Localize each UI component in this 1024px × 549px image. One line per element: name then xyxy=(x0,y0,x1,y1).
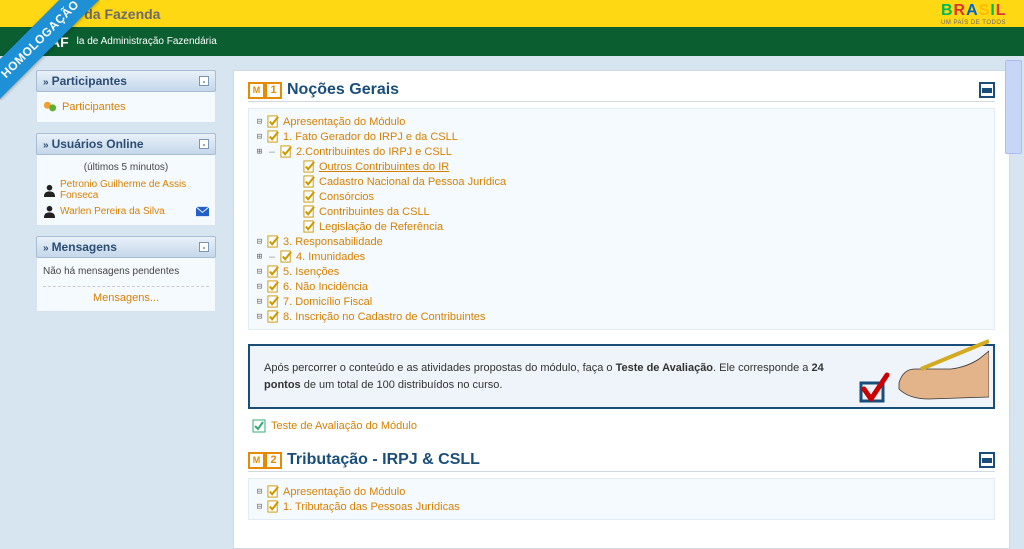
collapse-icon[interactable] xyxy=(979,452,995,468)
hand-checkmark-icon xyxy=(859,339,989,403)
user-icon xyxy=(43,184,56,197)
topic-link[interactable]: Consórcios xyxy=(319,191,374,203)
topic-link[interactable]: Apresentação do Módulo xyxy=(283,116,405,128)
sidebar: »Participantes - Participantes »Usuários… xyxy=(36,70,216,549)
module-title: Noções Gerais xyxy=(287,81,399,99)
tree-toggle[interactable]: ⊞ xyxy=(255,147,264,156)
topic-link[interactable]: 1. Tributação das Pessoas Jurídicas xyxy=(283,501,460,513)
page-check-icon xyxy=(267,115,280,128)
tree-toggle[interactable]: ⊟ xyxy=(255,297,264,306)
tree-item: Outros Contribuintes do IR xyxy=(291,159,988,174)
topic-link[interactable]: 3. Responsabilidade xyxy=(283,236,383,248)
tree-item: ⊟ Apresentação do Módulo xyxy=(255,484,988,499)
online-user-row: Warlen Pereira da Silva xyxy=(43,203,209,220)
tree-toggle[interactable]: ⊟ xyxy=(255,282,264,291)
no-messages-text: Não há mensagens pendentes xyxy=(43,263,209,283)
tree-toggle[interactable]: ⊟ xyxy=(255,132,264,141)
tree-item: Legislação de Referência xyxy=(291,219,988,234)
block-header-online: »Usuários Online - xyxy=(36,133,216,155)
brasil-logo: BRASIL UM PAÍS DE TODOS xyxy=(941,2,1006,26)
tree-item: ⊟ 8. Inscrição no Cadastro de Contribuint… xyxy=(255,309,988,324)
page-check-icon xyxy=(267,130,280,143)
block-header-messages: »Mensagens - xyxy=(36,236,216,258)
tree-toggle[interactable]: ⊞ xyxy=(255,252,264,261)
tree-item: ⊞–4. Imunidades xyxy=(255,249,988,264)
online-user-row: Petronio Guilherme de Assis Fonseca xyxy=(43,177,209,203)
minimize-icon[interactable]: - xyxy=(199,139,209,149)
topic-link[interactable]: 2.Contribuintes do IRPJ e CSLL xyxy=(296,146,452,158)
participants-link[interactable]: Participantes xyxy=(62,101,126,113)
tree-item: ⊟ 6. Não Incidência xyxy=(255,279,988,294)
test-link[interactable]: Teste de Avaliação do Módulo xyxy=(271,420,417,432)
mail-icon[interactable] xyxy=(196,205,209,218)
topic-link[interactable]: Outros Contribuintes do IR xyxy=(319,161,449,173)
user-link[interactable]: Warlen Pereira da Silva xyxy=(60,206,192,217)
topic-link[interactable]: 1. Fato Gerador do IRPJ e da CSLL xyxy=(283,131,458,143)
tree-item: Contribuintes da CSLL xyxy=(291,204,988,219)
module-icon: M2 xyxy=(248,452,282,469)
page-check-icon xyxy=(303,205,316,218)
tree-toggle[interactable]: ⊟ xyxy=(255,237,264,246)
tree-item: ⊟ 1. Fato Gerador do IRPJ e da CSLL xyxy=(255,129,988,144)
module-title: Tributação - IRPJ & CSLL xyxy=(287,451,480,469)
tree-item: ⊟ 7. Domicílio Fiscal xyxy=(255,294,988,309)
collapse-icon[interactable] xyxy=(979,82,995,98)
homolog-ribbon: HOMOLOGAÇÃO xyxy=(0,0,100,100)
tree-item: Cadastro Nacional da Pessoa Jurídica xyxy=(291,174,988,189)
online-subtitle: (últimos 5 minutos) xyxy=(43,160,209,177)
info-box: Após percorrer o conteúdo e as atividade… xyxy=(248,344,995,409)
page-check-icon xyxy=(267,500,280,513)
people-icon xyxy=(43,100,57,114)
tree-toggle[interactable]: ⊟ xyxy=(255,312,264,321)
tree-item: ⊟ 5. Isenções xyxy=(255,264,988,279)
messages-link[interactable]: Mensagens... xyxy=(93,292,159,304)
tree-toggle[interactable]: ⊟ xyxy=(255,117,264,126)
user-icon xyxy=(43,205,56,218)
page-check-icon xyxy=(267,310,280,323)
page-check-icon xyxy=(303,220,316,233)
tree-item: ⊞–2.Contribuintes do IRPJ e CSLL xyxy=(255,144,988,159)
block-online-users: »Usuários Online - (últimos 5 minutos) P… xyxy=(36,133,216,226)
module-2: M2 Tributação - IRPJ & CSLL ⊟ Apresentaçã… xyxy=(248,451,995,520)
page-check-icon xyxy=(280,250,293,263)
user-link[interactable]: Petronio Guilherme de Assis Fonseca xyxy=(60,179,209,201)
page-check-icon xyxy=(303,175,316,188)
page-check-icon xyxy=(267,280,280,293)
topic-link[interactable]: 8. Inscrição no Cadastro de Contribuinte… xyxy=(283,311,485,323)
tree-toggle[interactable]: ⊟ xyxy=(255,502,264,511)
topic-link[interactable]: Apresentação do Módulo xyxy=(283,486,405,498)
tree-toggle[interactable]: ⊟ xyxy=(255,267,264,276)
topic-link[interactable]: 4. Imunidades xyxy=(296,251,365,263)
minimize-icon[interactable]: - xyxy=(199,242,209,252)
topic-link[interactable]: Cadastro Nacional da Pessoa Jurídica xyxy=(319,176,506,188)
main-content: M1 Noções Gerais ⊟ Apresentação do Módulo… xyxy=(233,70,1010,549)
test-icon xyxy=(252,419,266,433)
tree-item: Consórcios xyxy=(291,189,988,204)
tree-toggle[interactable]: ⊟ xyxy=(255,487,264,496)
block-messages: »Mensagens - Não há mensagens pendentes … xyxy=(36,236,216,312)
page-check-icon xyxy=(267,295,280,308)
topic-link[interactable]: Contribuintes da CSLL xyxy=(319,206,430,218)
module-icon: M1 xyxy=(248,82,282,99)
school-bar: AF la de Administração Fazendária xyxy=(0,27,1024,56)
topic-tree: ⊟ Apresentação do Módulo ⊟ 1. Fato Gerador … xyxy=(248,108,995,330)
page-check-icon xyxy=(267,235,280,248)
module-1: M1 Noções Gerais ⊟ Apresentação do Módulo… xyxy=(248,81,995,433)
topic-link[interactable]: 5. Isenções xyxy=(283,266,339,278)
topic-link[interactable]: 7. Domicílio Fiscal xyxy=(283,296,372,308)
minimize-icon[interactable]: - xyxy=(199,76,209,86)
page-check-icon xyxy=(267,265,280,278)
tree-item: ⊟ 3. Responsabilidade xyxy=(255,234,988,249)
top-bar: tério da Fazenda BRASIL UM PAÍS DE TODOS xyxy=(0,0,1024,27)
page-check-icon xyxy=(280,145,293,158)
topic-link[interactable]: Legislação de Referência xyxy=(319,221,443,233)
tree-item: ⊟ Apresentação do Módulo xyxy=(255,114,988,129)
topic-tree: ⊟ Apresentação do Módulo ⊟ 1. Tributação da… xyxy=(248,478,995,520)
page-check-icon xyxy=(267,485,280,498)
page-check-icon xyxy=(303,190,316,203)
topic-link[interactable]: 6. Não Incidência xyxy=(283,281,368,293)
tree-item: ⊟ 1. Tributação das Pessoas Jurídicas xyxy=(255,499,988,514)
page-check-icon xyxy=(303,160,316,173)
scrollbar[interactable] xyxy=(1005,60,1022,154)
